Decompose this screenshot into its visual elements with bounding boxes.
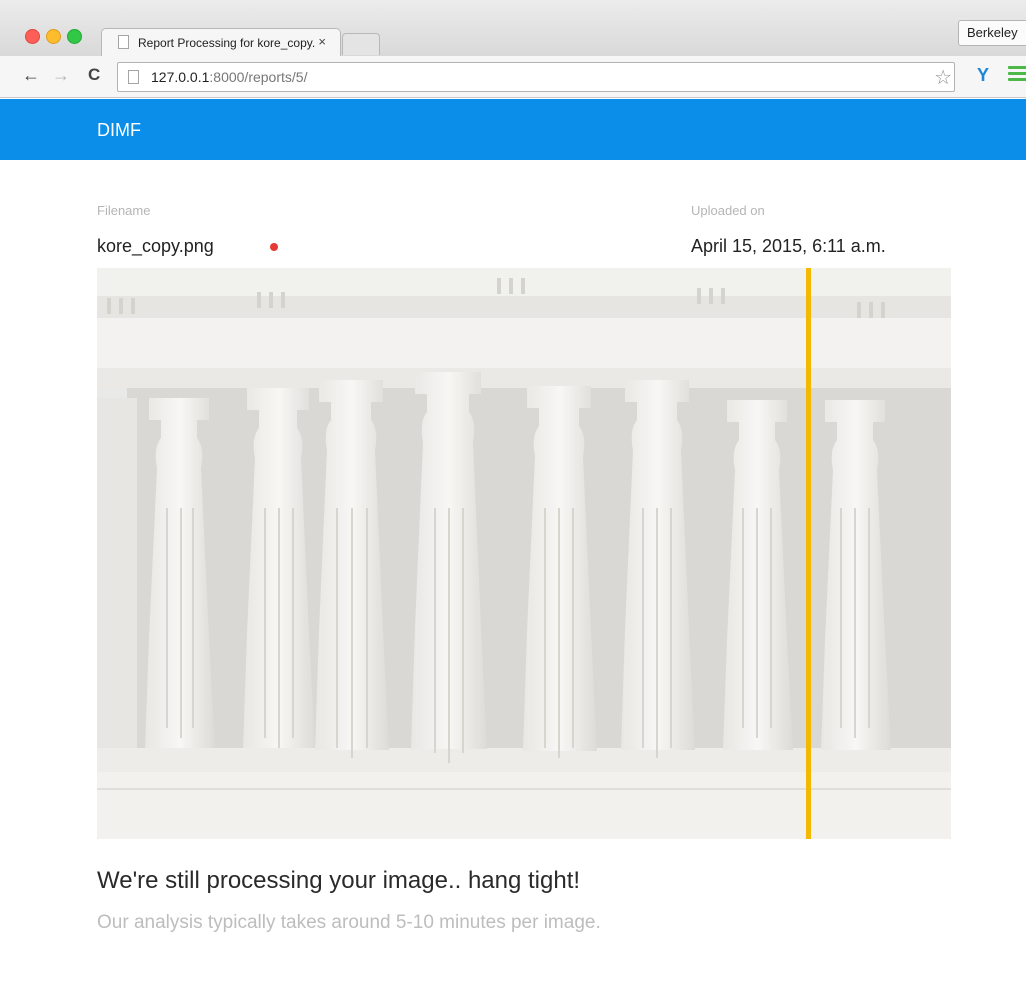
browser-titlebar: Report Processing for kore_copy.png × Be… <box>0 0 1026 56</box>
filename-label: Filename <box>97 203 151 218</box>
processing-message-title: We're still processing your image.. hang… <box>97 867 581 894</box>
back-arrow-icon[interactable]: ← <box>22 65 40 85</box>
browser-tab-active[interactable]: Report Processing for kore_copy.png × <box>101 28 341 56</box>
address-bar[interactable]: 127.0.0.1:8000/reports/5/ ☆ <box>117 62 955 92</box>
tab-title: Report Processing for kore_copy.png <box>138 36 316 50</box>
uploaded-image <box>97 268 951 839</box>
processing-message-subtitle: Our analysis typically takes around 5-10… <box>97 912 601 933</box>
extension-icon[interactable]: Y <box>977 65 989 86</box>
reload-icon[interactable]: C <box>88 65 100 85</box>
tab-close-icon[interactable]: × <box>318 34 326 49</box>
bookmark-star-icon[interactable]: ☆ <box>934 65 952 90</box>
url-host: 127.0.0.1 <box>151 69 210 85</box>
new-tab-button[interactable] <box>342 33 380 55</box>
brand-logo[interactable]: DIMF <box>97 120 141 141</box>
window-close-button[interactable] <box>25 29 40 44</box>
filename-value: kore_copy.png <box>97 236 214 256</box>
page-icon <box>128 70 139 84</box>
profile-button[interactable]: Berkeley <box>958 20 1026 46</box>
window-minimize-button[interactable] <box>46 29 61 44</box>
uploaded-value: April 15, 2015, 6:11 a.m. <box>691 236 886 256</box>
forward-arrow-icon[interactable]: → <box>52 65 70 85</box>
page-icon <box>118 35 129 49</box>
uploaded-label: Uploaded on <box>691 203 765 218</box>
caryatids-image <box>97 268 951 839</box>
browser-menu-icon[interactable] <box>1008 66 1026 82</box>
url-path: :8000/reports/5/ <box>209 69 308 85</box>
url-text: 127.0.0.1:8000/reports/5/ <box>151 69 307 85</box>
window-zoom-button[interactable] <box>67 29 82 44</box>
processing-scan-line <box>806 268 811 839</box>
processing-status-dot <box>270 243 278 251</box>
app-header: DIMF <box>0 99 1026 160</box>
